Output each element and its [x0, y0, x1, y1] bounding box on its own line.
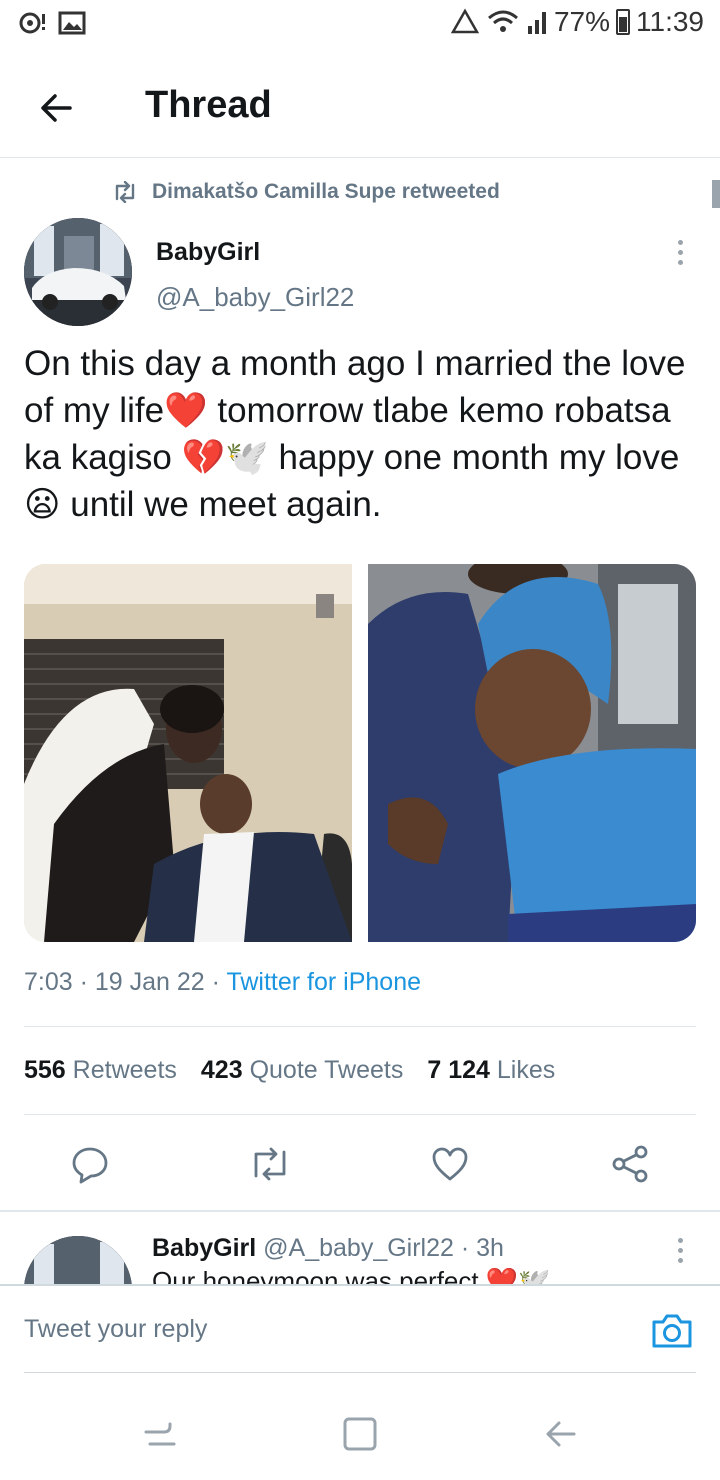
battery-icon: [616, 9, 630, 35]
arrow-left-icon: [546, 1421, 576, 1447]
reply-age: 3h: [476, 1234, 504, 1262]
reply-more-button[interactable]: [664, 1232, 696, 1268]
couple-photo-image: [24, 564, 352, 942]
share-button[interactable]: [606, 1140, 654, 1188]
divider: [24, 1026, 696, 1027]
notification-dot-icon: [19, 12, 45, 34]
retweets-stat[interactable]: 556 Retweets: [24, 1056, 177, 1085]
gallery-icon: [58, 11, 86, 35]
page-title: Thread: [145, 84, 272, 126]
recent-apps-icon: [144, 1422, 176, 1446]
clock: 11:39: [636, 6, 704, 37]
reply-icon: [72, 1147, 108, 1184]
tweet-date: 19 Jan 22: [94, 968, 205, 996]
reply-tweet[interactable]: BabyGirl @A_baby_Girl22 · 3h Our honeymo…: [0, 1212, 720, 1284]
system-back-button[interactable]: [538, 1412, 582, 1456]
reply-author-name[interactable]: BabyGirl: [152, 1234, 256, 1262]
status-bar: 77% 11:39: [0, 0, 720, 50]
tweet-more-button[interactable]: [664, 234, 696, 270]
composer-underline: [24, 1372, 696, 1373]
wifi-icon: [487, 10, 518, 32]
recycle-icon: [450, 8, 480, 34]
tweet-meta: 7:03 · 19 Jan 22 · Twitter for iPhone: [24, 968, 422, 996]
embrace-photo-image: [368, 564, 696, 942]
sad-face-emoji: 😦: [24, 485, 61, 524]
tweet-photo-1[interactable]: [24, 564, 352, 942]
share-icon: [612, 1145, 648, 1183]
more-vertical-icon: [677, 239, 683, 245]
author-handle[interactable]: @A_baby_Girl22: [156, 282, 354, 313]
status-notifications: [18, 10, 86, 36]
broken-heart-dove-emoji: 💔🕊️: [181, 438, 269, 477]
battery-percent: 77%: [553, 6, 610, 37]
reply-header: BabyGirl @A_baby_Girl22 · 3h: [152, 1234, 504, 1262]
avatar[interactable]: [24, 218, 132, 326]
tweet-stats: 556 Retweets 423 Quote Tweets 7 124 Like…: [24, 1056, 555, 1085]
avatar-car-image: [24, 1236, 132, 1284]
back-button[interactable]: [30, 82, 82, 134]
tweet-photo-2[interactable]: [368, 564, 696, 942]
retweeted-by[interactable]: Dimakatšo Camilla Supe retweeted: [112, 180, 500, 204]
scrollbar[interactable]: [712, 180, 720, 208]
retweet-icon: [254, 1147, 286, 1181]
tweet-source-link[interactable]: Twitter for iPhone: [226, 968, 421, 996]
camera-button[interactable]: [650, 1310, 694, 1350]
home-button[interactable]: [338, 1412, 382, 1456]
arrow-left-icon: [41, 94, 72, 122]
more-vertical-icon: [677, 1237, 683, 1243]
retweet-button[interactable]: [246, 1140, 294, 1188]
reply-composer: [0, 1284, 720, 1374]
status-system: 77% 11:39: [450, 6, 704, 38]
reply-avatar[interactable]: [24, 1236, 132, 1284]
reply-button[interactable]: [66, 1140, 114, 1188]
reply-text: Our honeymoon was perfect ❤️🕊️: [152, 1266, 551, 1284]
system-nav-bar: [0, 1390, 720, 1480]
tweet-time: 7:03: [24, 968, 73, 996]
camera-icon: [652, 1314, 692, 1348]
app-header: Thread: [0, 58, 720, 158]
like-button[interactable]: [426, 1140, 474, 1188]
likes-stat[interactable]: 7 124 Likes: [427, 1056, 555, 1085]
retweet-icon: [115, 181, 135, 203]
reply-input[interactable]: [24, 1306, 624, 1352]
retweeted-by-label: Dimakatšo Camilla Supe retweeted: [152, 180, 500, 203]
tweet-text: On this day a month ago I married the lo…: [24, 344, 686, 524]
heart-icon: [432, 1147, 468, 1181]
author-name[interactable]: BabyGirl: [156, 238, 260, 267]
tweet-actions: [0, 1140, 720, 1190]
avatar-car-image: [24, 218, 132, 326]
divider: [24, 1114, 696, 1115]
red-heart-emoji: ❤️: [164, 391, 208, 430]
signal-icon: [527, 12, 546, 34]
quote-tweets-stat[interactable]: 423 Quote Tweets: [201, 1056, 403, 1085]
recent-apps-button[interactable]: [138, 1412, 182, 1456]
home-square-icon: [343, 1417, 377, 1451]
reply-author-handle[interactable]: @A_baby_Girl22: [263, 1234, 454, 1262]
